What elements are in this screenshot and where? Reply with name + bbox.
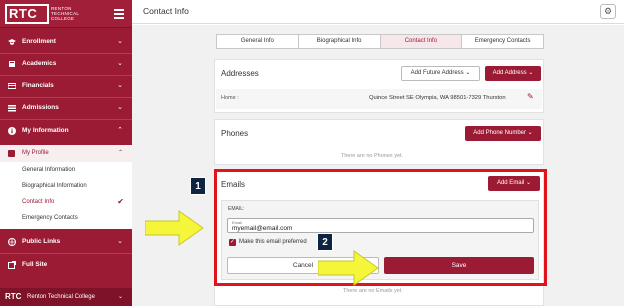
tab-general-info[interactable]: General Info	[217, 35, 299, 48]
tab-emergency-contacts[interactable]: Emergency Contacts	[462, 35, 543, 48]
page-title: Contact Info	[143, 6, 189, 16]
tab-biographical-info[interactable]: Biographical Info	[299, 35, 381, 48]
sidebar-item-admissions[interactable]: Admissions ⌄	[0, 97, 132, 119]
addresses-title: Addresses	[221, 69, 259, 78]
profile-card-icon	[8, 150, 15, 157]
rtc-logo[interactable]: RTC	[5, 4, 49, 24]
sidebar: RTC RENTON TECHNICAL COLLEGE Enrollment …	[0, 0, 132, 306]
sidebar-item-my-information[interactable]: My Information ⌃	[0, 120, 132, 142]
sidebar-item-full-site[interactable]: Full Site	[0, 254, 132, 276]
address-value: Quince Street SE Olympia, WA 98501-7329 …	[369, 95, 506, 101]
emails-highlight-box	[214, 169, 547, 286]
stack-icon	[8, 105, 16, 112]
checkmark-icon: ✔	[117, 197, 124, 206]
submenu-item-emergency-contacts[interactable]: Emergency Contacts	[0, 210, 132, 226]
globe-icon	[8, 238, 16, 246]
sidebar-item-public-links[interactable]: Public Links ⌄	[0, 231, 132, 253]
address-type: Home :	[221, 95, 239, 101]
emails-empty-message: There are no Emails yet.	[343, 288, 403, 294]
chevron-down-icon: ⌄	[117, 82, 123, 89]
step-1-badge: 1	[190, 177, 206, 195]
sidebar-item-enrollment[interactable]: Enrollment ⌄	[0, 31, 132, 53]
submenu-title: My Profile	[22, 150, 49, 156]
tab-contact-info[interactable]: Contact Info	[380, 35, 463, 48]
sidebar-item-label: Enrollment	[22, 38, 56, 45]
add-address-button[interactable]: Add Address ⌄	[485, 66, 541, 81]
add-phone-number-button[interactable]: Add Phone Number ⌄	[465, 126, 541, 141]
arrow-right-icon	[318, 250, 379, 286]
submenu-item-biographical-information[interactable]: Biographical Information	[0, 178, 132, 194]
phones-empty-message: There are no Phones yet.	[341, 153, 404, 159]
chevron-down-icon: ⌄	[117, 104, 123, 111]
my-profile-submenu: My Profile ⌃ General Information Biograp…	[0, 145, 132, 229]
phones-card: Phones Add Phone Number ⌄ There are no P…	[214, 119, 544, 165]
chevron-down-icon: ⌄	[117, 294, 123, 300]
sidebar-item-financials[interactable]: Financials ⌄	[0, 75, 132, 97]
sidebar-item-academics[interactable]: Academics ⌄	[0, 53, 132, 75]
phones-title: Phones	[221, 129, 249, 138]
addresses-card: Addresses Add Future Address ⌄ Add Addre…	[214, 59, 544, 113]
sidebar-item-label: Financials	[22, 82, 54, 89]
footer-logo: RTC	[5, 292, 22, 301]
top-bar: Contact Info ⚙	[132, 0, 624, 24]
credit-card-icon	[8, 83, 16, 89]
settings-gear-icon[interactable]: ⚙	[600, 4, 616, 19]
graduation-cap-icon	[8, 39, 16, 45]
sidebar-item-label: Admissions	[22, 104, 59, 111]
sidebar-item-label: Academics	[22, 60, 57, 67]
address-row: Home : Quince Street SE Olympia, WA 9850…	[216, 89, 542, 109]
arrow-right-icon	[145, 210, 204, 246]
chevron-down-icon: ⌄	[117, 60, 123, 67]
chevron-down-icon: ⌄	[527, 130, 533, 136]
book-icon	[9, 61, 15, 67]
chevron-up-icon: ⌃	[117, 127, 123, 134]
chevron-down-icon: ⌄	[117, 38, 123, 45]
sidebar-item-label: Full Site	[22, 261, 48, 268]
brand-header: RTC RENTON TECHNICAL COLLEGE	[0, 0, 132, 28]
chevron-down-icon: ⌄	[528, 70, 534, 76]
footer-college-name: Renton Technical College	[27, 294, 95, 300]
sidebar-item-label: My Information	[22, 127, 69, 134]
submenu-item-general-information[interactable]: General Information	[0, 162, 132, 178]
chevron-down-icon: ⌄	[465, 70, 471, 76]
info-icon	[8, 127, 16, 135]
sidebar-footer[interactable]: RTC Renton Technical College ⌄	[0, 288, 132, 306]
step-2-badge: 2	[317, 233, 333, 251]
logo-subtitle: RENTON TECHNICAL COLLEGE	[51, 6, 80, 21]
pencil-edit-icon[interactable]: ✎	[527, 92, 534, 101]
chevron-up-icon: ⌃	[117, 150, 123, 156]
chevron-down-icon: ⌄	[117, 238, 123, 245]
sidebar-item-label: Public Links	[22, 238, 61, 245]
tab-bar: General Info Biographical Info Contact I…	[216, 34, 544, 49]
submenu-item-contact-info[interactable]: Contact Info ✔	[0, 194, 132, 210]
submenu-item-label: Contact Info	[22, 199, 55, 205]
add-future-address-button[interactable]: Add Future Address ⌄	[401, 66, 480, 81]
hamburger-menu-icon[interactable]	[114, 9, 124, 21]
external-link-icon	[8, 261, 16, 269]
sidebar-item-my-profile[interactable]: My Profile ⌃	[0, 145, 132, 162]
